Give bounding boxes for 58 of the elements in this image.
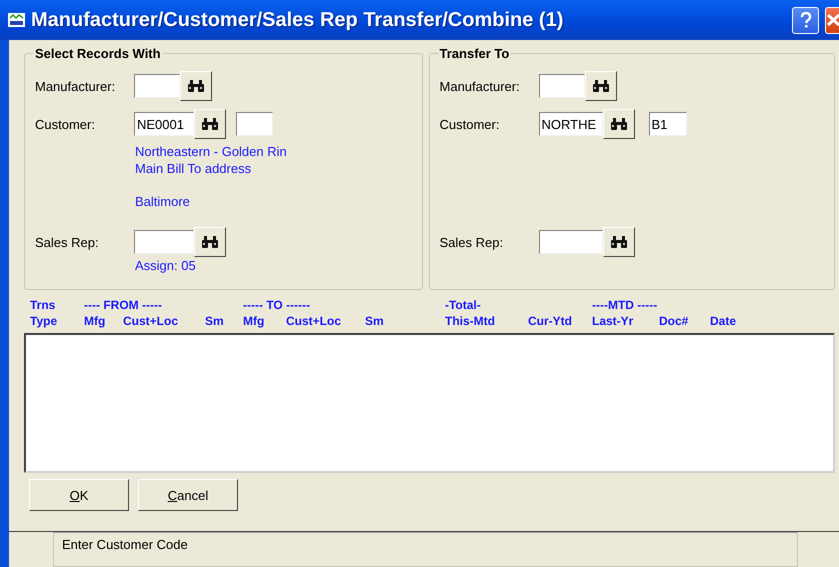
column-group-heading: ----- TO ------	[243, 298, 312, 314]
input-field[interactable]	[134, 230, 194, 254]
binoculars-icon	[187, 79, 205, 93]
address-line: Northeastern - Golden Rin	[135, 143, 288, 160]
field-label: Manufacturer:	[440, 78, 521, 94]
binoculars-icon	[201, 235, 219, 249]
find-button[interactable]	[584, 71, 617, 101]
find-button[interactable]	[194, 227, 226, 257]
binoculars-icon	[592, 79, 610, 93]
column-heading: Mfg	[243, 314, 266, 330]
find-button[interactable]	[194, 109, 226, 139]
column-group-heading: ---- FROM -----	[84, 298, 163, 314]
column-heading: This-Mtd	[445, 314, 496, 330]
column-heading: Mfg	[84, 314, 106, 330]
close-button[interactable]	[825, 6, 839, 34]
input-field[interactable]	[236, 112, 273, 136]
find-button[interactable]	[602, 109, 635, 139]
binoculars-icon	[610, 235, 628, 249]
column-heading: Date	[710, 314, 738, 330]
column-group-heading: ----MTD -----	[592, 298, 658, 314]
window-title: Manufacturer/Customer/Sales Rep Transfer/Combine (1)	[31, 8, 564, 32]
address-line: Main Bill To address	[135, 160, 252, 177]
group-heading: Select Records With	[34, 46, 162, 61]
column-heading: Doc#	[659, 314, 690, 330]
sales-rep-assignment: Assign: 05	[135, 257, 197, 274]
field-label: Customer:	[440, 116, 500, 132]
ok-button[interactable]: OK	[29, 479, 129, 511]
app-logo-icon	[8, 13, 25, 27]
binoculars-icon	[201, 117, 219, 131]
close-icon	[826, 13, 838, 27]
field-label: Sales Rep:	[35, 234, 100, 250]
column-heading: Last-Yr	[592, 314, 634, 330]
find-button[interactable]	[180, 71, 212, 101]
input-field[interactable]	[538, 230, 603, 254]
binoculars-icon	[610, 117, 628, 131]
field-label: Customer:	[35, 116, 96, 132]
field-label: Sales Rep:	[440, 234, 504, 250]
column-heading: Type	[30, 314, 58, 330]
input-field[interactable]: NORTHE	[538, 112, 603, 136]
city-text: Baltimore	[135, 193, 191, 210]
input-field[interactable]	[538, 74, 585, 98]
input-field[interactable]: B1	[648, 112, 687, 136]
group-heading: Transfer To	[438, 46, 510, 61]
input-field[interactable]	[134, 74, 180, 98]
column-heading: Cust+Loc	[123, 314, 180, 330]
field-label: Manufacturer:	[35, 78, 116, 94]
cancel-button[interactable]: Cancel	[138, 479, 238, 511]
column-heading: Sm	[365, 314, 385, 330]
question-mark-icon	[800, 12, 812, 28]
column-group-heading: Trns	[30, 298, 56, 314]
find-button[interactable]	[602, 227, 635, 257]
input-field[interactable]: NE0001	[134, 112, 194, 136]
column-heading: Sm	[205, 314, 225, 330]
column-heading: Cur-Ytd	[528, 314, 573, 330]
status-message: Enter Customer Code	[53, 532, 798, 567]
column-group-heading: -Total-	[445, 298, 482, 314]
column-heading: Cust+Loc	[286, 314, 342, 330]
help-button[interactable]	[792, 6, 819, 34]
